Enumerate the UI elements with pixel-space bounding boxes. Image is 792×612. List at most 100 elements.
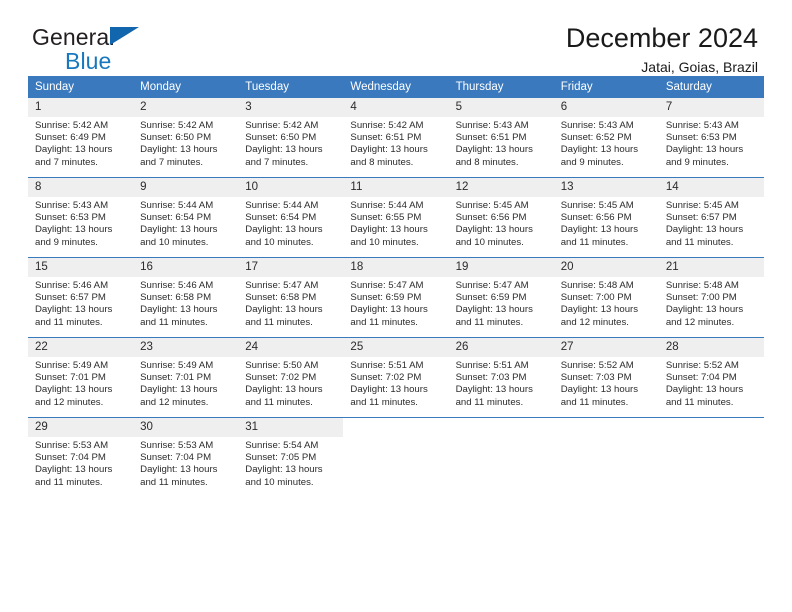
sunset-text: Sunset: 6:56 PM <box>455 212 527 224</box>
sunrise-text: Sunrise: 5:43 AM <box>35 200 109 211</box>
calendar-day-cell[interactable]: 14 Sunrise: 5:45 AM Sunset: 6:57 PM Dayligh… <box>658 177 764 258</box>
sunset-text: Sunset: 6:50 PM <box>140 132 212 144</box>
calendar-day-cell[interactable]: 29 Sunrise: 5:53 AM Sunset: 7:04 PM Dayligh… <box>28 417 134 497</box>
calendar-day-cell[interactable]: 31 Sunrise: 5:54 AM Sunset: 7:05 PM Dayligh… <box>238 417 344 497</box>
calendar-day-cell[interactable]: 1 Sunrise: 5:42 AM Sunset: 6:49 PM Daylight… <box>28 98 134 178</box>
general-blue-logo[interactable]: General Blue <box>32 26 202 74</box>
calendar-day-cell[interactable]: 22 Sunrise: 5:49 AM Sunset: 7:01 PM Dayligh… <box>28 337 134 418</box>
calendar-day-cell[interactable]: 28 Sunrise: 5:52 AM Sunset: 7:04 PM Dayligh… <box>658 337 764 418</box>
calendar-day-cell-empty <box>553 417 659 497</box>
calendar-day-cell[interactable]: 15 Sunrise: 5:46 AM Sunset: 6:57 PM Dayligh… <box>28 257 134 338</box>
daylight-text-line1: Daylight: 13 hours <box>560 384 639 396</box>
day-number: 9 <box>133 178 239 197</box>
day-number <box>554 418 659 437</box>
day-number <box>659 418 764 437</box>
day-cell-inner: 31 Sunrise: 5:54 AM Sunset: 7:05 PM Dayligh… <box>238 418 344 497</box>
calendar-day-cell[interactable]: 19 Sunrise: 5:47 AM Sunset: 6:59 PM Dayligh… <box>448 257 554 338</box>
day-number: 16 <box>133 258 239 277</box>
sunrise-text: Sunrise: 5:47 AM <box>350 280 424 291</box>
day-details: Sunrise: 5:44 AM Sunset: 6:55 PM Daylight:… <box>343 197 448 249</box>
daylight-text-line1: Daylight: 13 hours <box>140 144 218 156</box>
calendar-day-cell[interactable]: 23 Sunrise: 5:49 AM Sunset: 7:01 PM Dayligh… <box>133 337 239 418</box>
day-number: 22 <box>28 338 134 357</box>
day-cell-inner: 6 Sunrise: 5:43 AM Sunset: 6:52 PM Daylight… <box>553 98 659 177</box>
calendar-day-cell[interactable]: 6 Sunrise: 5:43 AM Sunset: 6:52 PM Daylight… <box>553 98 659 178</box>
calendar-day-cell[interactable]: 30 Sunrise: 5:53 AM Sunset: 7:04 PM Dayligh… <box>133 417 239 497</box>
calendar-day-cell[interactable]: 21 Sunrise: 5:48 AM Sunset: 7:00 PM Dayligh… <box>658 257 764 338</box>
sunset-text: Sunset: 6:50 PM <box>245 132 317 144</box>
sunset-text: Sunset: 6:51 PM <box>350 132 422 144</box>
day-details <box>343 437 448 440</box>
calendar-day-cell[interactable]: 5 Sunrise: 5:43 AM Sunset: 6:51 PM Daylight… <box>448 98 554 178</box>
daylight-text-line1: Daylight: 13 hours <box>665 384 744 396</box>
calendar-day-cell[interactable]: 16 Sunrise: 5:46 AM Sunset: 6:58 PM Dayligh… <box>133 257 239 338</box>
day-details: Sunrise: 5:48 AM Sunset: 7:00 PM Daylight:… <box>554 277 659 329</box>
sunset-text: Sunset: 6:51 PM <box>455 132 527 144</box>
daylight-text-line1: Daylight: 13 hours <box>455 144 533 156</box>
sunrise-text: Sunrise: 5:48 AM <box>560 280 634 291</box>
day-number: 18 <box>343 258 449 277</box>
daylight-text-line2: and 10 minutes. <box>455 236 524 248</box>
day-details: Sunrise: 5:50 AM Sunset: 7:02 PM Daylight:… <box>238 357 343 409</box>
calendar-day-cell[interactable]: 24 Sunrise: 5:50 AM Sunset: 7:02 PM Dayligh… <box>238 337 344 418</box>
day-details <box>554 437 659 440</box>
logo-triangle-icon <box>110 27 139 45</box>
calendar-day-cell[interactable]: 25 Sunrise: 5:51 AM Sunset: 7:02 PM Dayligh… <box>343 337 449 418</box>
calendar-week-row: 29 Sunrise: 5:53 AM Sunset: 7:04 PM Dayligh… <box>28 417 764 497</box>
day-cell-inner: 30 Sunrise: 5:53 AM Sunset: 7:04 PM Dayligh… <box>133 418 239 497</box>
day-details <box>659 437 764 440</box>
calendar-day-cell[interactable]: 18 Sunrise: 5:47 AM Sunset: 6:59 PM Dayligh… <box>343 257 449 338</box>
daylight-text-line2: and 12 minutes. <box>35 396 104 408</box>
calendar-day-cell[interactable]: 12 Sunrise: 5:45 AM Sunset: 6:56 PM Dayligh… <box>448 177 554 258</box>
calendar-day-cell[interactable]: 3 Sunrise: 5:42 AM Sunset: 6:50 PM Daylight… <box>238 98 344 178</box>
day-cell-inner: 16 Sunrise: 5:46 AM Sunset: 6:58 PM Dayligh… <box>133 258 239 337</box>
calendar-day-cell[interactable]: 11 Sunrise: 5:44 AM Sunset: 6:55 PM Dayligh… <box>343 177 449 258</box>
daylight-text-line2: and 7 minutes. <box>245 156 309 168</box>
calendar-day-cell[interactable]: 4 Sunrise: 5:42 AM Sunset: 6:51 PM Daylight… <box>343 98 449 178</box>
sunset-text: Sunset: 7:04 PM <box>35 452 106 464</box>
daylight-text-line1: Daylight: 13 hours <box>560 304 639 316</box>
day-number: 31 <box>238 418 344 437</box>
day-cell-inner: 7 Sunrise: 5:43 AM Sunset: 6:53 PM Daylight… <box>658 98 764 177</box>
sunset-text: Sunset: 7:00 PM <box>665 292 737 304</box>
sunrise-text: Sunrise: 5:42 AM <box>350 120 424 131</box>
daylight-text-line2: and 11 minutes. <box>350 396 418 408</box>
sunset-text: Sunset: 7:00 PM <box>560 292 632 304</box>
day-cell-inner: 13 Sunrise: 5:45 AM Sunset: 6:56 PM Dayligh… <box>553 178 659 257</box>
calendar-day-cell[interactable]: 7 Sunrise: 5:43 AM Sunset: 6:53 PM Daylight… <box>658 98 764 178</box>
day-number: 7 <box>658 98 764 117</box>
day-cell-inner: 27 Sunrise: 5:52 AM Sunset: 7:03 PM Dayligh… <box>553 338 659 417</box>
sunrise-text: Sunrise: 5:50 AM <box>245 360 319 371</box>
calendar-day-cell[interactable]: 10 Sunrise: 5:44 AM Sunset: 6:54 PM Dayligh… <box>238 177 344 258</box>
daylight-text-line2: and 10 minutes. <box>140 236 209 248</box>
calendar-day-cell[interactable]: 8 Sunrise: 5:43 AM Sunset: 6:53 PM Daylight… <box>28 177 134 258</box>
page-subtitle: Jatai, Goias, Brazil <box>641 59 758 75</box>
sunrise-text: Sunrise: 5:49 AM <box>35 360 109 371</box>
calendar-day-cell[interactable]: 13 Sunrise: 5:45 AM Sunset: 6:56 PM Dayligh… <box>553 177 659 258</box>
daylight-text-line2: and 9 minutes. <box>560 156 624 168</box>
sunset-text: Sunset: 7:02 PM <box>350 372 422 384</box>
daylight-text-line1: Daylight: 13 hours <box>140 304 218 316</box>
calendar-day-cell[interactable]: 2 Sunrise: 5:42 AM Sunset: 6:50 PM Daylight… <box>133 98 239 178</box>
day-details: Sunrise: 5:51 AM Sunset: 7:02 PM Daylight:… <box>343 357 448 409</box>
calendar-day-cell[interactable]: 17 Sunrise: 5:47 AM Sunset: 6:58 PM Dayligh… <box>238 257 344 338</box>
sunrise-text: Sunrise: 5:43 AM <box>455 120 529 131</box>
day-number: 6 <box>553 98 659 117</box>
day-cell-inner: 12 Sunrise: 5:45 AM Sunset: 6:56 PM Dayligh… <box>448 178 554 257</box>
day-number: 11 <box>343 178 449 197</box>
calendar-day-cell[interactable]: 9 Sunrise: 5:44 AM Sunset: 6:54 PM Daylight… <box>133 177 239 258</box>
sunset-text: Sunset: 6:56 PM <box>560 212 632 224</box>
day-number: 1 <box>28 98 134 117</box>
daylight-text-line1: Daylight: 13 hours <box>560 144 639 156</box>
daylight-text-line1: Daylight: 13 hours <box>245 144 323 156</box>
calendar-day-cell[interactable]: 20 Sunrise: 5:48 AM Sunset: 7:00 PM Dayligh… <box>553 257 659 338</box>
day-number: 2 <box>133 98 239 117</box>
daylight-text-line2: and 12 minutes. <box>140 396 209 408</box>
calendar-day-cell[interactable]: 27 Sunrise: 5:52 AM Sunset: 7:03 PM Dayligh… <box>553 337 659 418</box>
day-number: 19 <box>448 258 554 277</box>
sunset-text: Sunset: 6:57 PM <box>35 292 106 304</box>
daylight-text-line2: and 11 minutes. <box>665 236 734 248</box>
day-details: Sunrise: 5:49 AM Sunset: 7:01 PM Daylight:… <box>28 357 133 409</box>
day-details: Sunrise: 5:53 AM Sunset: 7:04 PM Daylight:… <box>133 437 238 489</box>
calendar-day-cell[interactable]: 26 Sunrise: 5:51 AM Sunset: 7:03 PM Dayligh… <box>448 337 554 418</box>
